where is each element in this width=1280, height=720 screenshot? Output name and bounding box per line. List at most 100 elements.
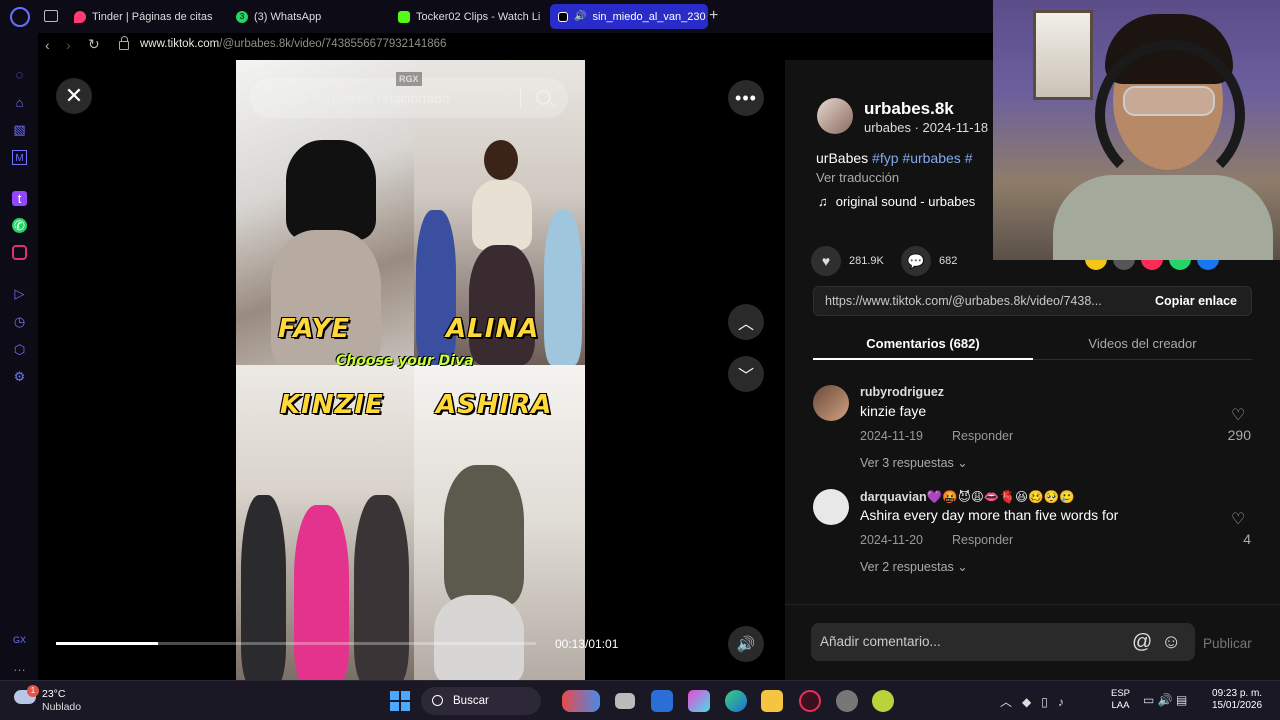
- system-tray[interactable]: ︿ ◆ ▯ ♪: [1000, 693, 1064, 710]
- app-taskbar-icon[interactable]: [836, 690, 858, 712]
- weather-badge: 1: [27, 685, 39, 697]
- taskbar-search[interactable]: Buscar: [421, 687, 541, 715]
- next-video-button[interactable]: ﹀: [728, 356, 764, 392]
- mention-at-icon[interactable]: @: [1132, 631, 1152, 654]
- url-field[interactable]: www.tiktok.com/@urbabes.8k/video/7438556…: [140, 38, 446, 50]
- task-view-icon[interactable]: [615, 693, 635, 709]
- ellipsis-icon: •••: [735, 87, 757, 108]
- edge-icon[interactable]: [725, 690, 747, 712]
- aria-ai-icon[interactable]: ◌: [12, 67, 27, 82]
- search-icon[interactable]: [536, 90, 551, 105]
- messenger-icon[interactable]: M: [12, 150, 27, 165]
- comment-like-icon[interactable]: ♡: [1231, 405, 1245, 425]
- dancer-figure: [286, 140, 376, 240]
- history-icon[interactable]: ◷: [12, 314, 27, 329]
- workspace-icon[interactable]: ▧: [12, 122, 27, 137]
- dancer-figure: [472, 180, 532, 250]
- view-replies-link[interactable]: Ver 3 respuestas ⌄: [860, 455, 968, 470]
- view-replies-link[interactable]: Ver 2 respuestas ⌄: [860, 559, 968, 574]
- creator-username[interactable]: urbabes.8k: [864, 99, 954, 119]
- copy-link-button[interactable]: Copiar enlace: [1155, 294, 1237, 308]
- translate-link[interactable]: Ver traducción: [816, 170, 899, 185]
- heart-icon[interactable]: ♥: [811, 246, 841, 276]
- creator-subline: urbabes · 2024-11-18: [864, 120, 989, 135]
- chevron-up-icon[interactable]: ︿: [1000, 695, 1012, 709]
- overlay-name-alina: ALINA: [446, 314, 540, 344]
- file-explorer-icon[interactable]: [761, 690, 783, 712]
- previous-video-button[interactable]: ︿: [728, 304, 764, 340]
- watermark: RGX: [396, 72, 422, 86]
- taskbar-widget-icon[interactable]: [562, 690, 600, 712]
- more-options-button[interactable]: •••: [728, 80, 764, 116]
- weather-temp[interactable]: 23°C: [42, 688, 65, 700]
- reply-button[interactable]: Responder: [952, 429, 1013, 443]
- comment-like-icon[interactable]: ♡: [1231, 509, 1245, 529]
- video-progress-bar[interactable]: [56, 642, 536, 645]
- like-stat[interactable]: ♥ 281.9K: [811, 246, 884, 276]
- tab-comments[interactable]: Comentarios (682): [813, 328, 1033, 360]
- player-icon[interactable]: ▷: [12, 286, 27, 301]
- opera-gx-taskbar-icon[interactable]: [799, 690, 821, 712]
- input-language[interactable]: ESP LAA: [1111, 688, 1130, 712]
- address-bar: ‹ › ↻ www.tiktok.com/@urbabes.8k/video/7…: [38, 33, 993, 57]
- commenter-username[interactable]: darquavian💜🤬😈😩👄🫀😆🥴🥺🥲: [860, 489, 1075, 505]
- extensions-icon[interactable]: ⬡: [12, 342, 27, 357]
- app-taskbar-icon[interactable]: [872, 690, 894, 712]
- commenter-avatar[interactable]: [813, 385, 849, 421]
- related-search-input[interactable]: Buscar contenido relacionado: [265, 90, 449, 106]
- overlay-name-kinzie: KINZIE: [280, 390, 384, 420]
- tab-tiktok-active[interactable]: 🔊 sin_miedo_al_van_230: [550, 4, 708, 29]
- dancer-figure: [434, 595, 524, 680]
- instagram-icon[interactable]: [12, 245, 27, 260]
- battery-icon[interactable]: ▯: [1041, 695, 1048, 709]
- volume-button[interactable]: 🔊: [728, 626, 764, 662]
- kick-icon: [398, 10, 410, 23]
- video-frame[interactable]: FAYE ALINA KINZIE ASHIRA Choose your Div…: [236, 60, 585, 680]
- hashtag-link[interactable]: #urbabes: [902, 150, 960, 166]
- copilot-icon[interactable]: [688, 690, 710, 712]
- lock-icon[interactable]: [119, 36, 129, 50]
- close-button[interactable]: ✕: [56, 78, 92, 114]
- commenter-avatar[interactable]: [813, 489, 849, 525]
- comment-bubble-icon[interactable]: 💬: [901, 246, 931, 276]
- reply-button[interactable]: Responder: [952, 533, 1013, 547]
- back-icon[interactable]: ‹: [45, 37, 50, 53]
- comment-stat[interactable]: 💬 682: [901, 246, 957, 276]
- hashtag-link[interactable]: #fyp: [872, 150, 898, 166]
- creator-avatar[interactable]: [817, 98, 853, 134]
- tiktok-icon: [558, 11, 568, 22]
- comment-input[interactable]: Añadir comentario... @ ☺: [811, 623, 1195, 661]
- dancer-figure: [271, 230, 381, 365]
- tab-tinder[interactable]: Tinder | Páginas de citas: [66, 4, 216, 29]
- new-tab-plus-icon[interactable]: +: [709, 8, 718, 24]
- gx-icon[interactable]: GX: [12, 633, 27, 648]
- security-shield-icon[interactable]: ◆: [1022, 695, 1031, 709]
- share-link-text[interactable]: https://www.tiktok.com/@urbabes.8k/video…: [825, 294, 1102, 308]
- tab-creator-videos[interactable]: Videos del creador: [1033, 328, 1252, 360]
- sound-link[interactable]: ♫ original sound - urbabes: [818, 194, 975, 209]
- network-volume-icons[interactable]: ▭ 🔊 ▤: [1143, 693, 1187, 707]
- crypto-wallet-icon[interactable]: ⌂: [12, 95, 27, 110]
- dancer-figure: [444, 465, 524, 605]
- comment-date: 2024-11-19: [860, 429, 924, 443]
- whatsapp-sidebar-icon[interactable]: ✆: [12, 218, 27, 233]
- reload-icon[interactable]: ↻: [88, 36, 100, 53]
- twitch-icon[interactable]: t: [12, 191, 27, 206]
- publish-button[interactable]: Publicar: [1203, 636, 1252, 651]
- microphone-icon[interactable]: ♪: [1058, 695, 1064, 709]
- overlay-caption: Choose your Diva: [336, 353, 474, 369]
- clock[interactable]: 09:23 p. m. 15/01/2026: [1212, 688, 1262, 712]
- opera-logo-icon[interactable]: [10, 7, 30, 27]
- forward-icon[interactable]: ›: [66, 37, 71, 53]
- chevron-up-icon: ︿: [737, 316, 754, 333]
- tab-kick-clips[interactable]: Tocker02 Clips - Watch Li: [390, 4, 540, 29]
- settings-gear-icon[interactable]: ⚙: [12, 369, 27, 384]
- start-windows-icon[interactable]: [390, 691, 410, 711]
- more-sidebar-icon[interactable]: …: [12, 659, 27, 674]
- commenter-username[interactable]: rubyrodriguez: [860, 385, 944, 399]
- store-icon[interactable]: [651, 690, 673, 712]
- tab-islands-icon[interactable]: [44, 10, 58, 22]
- emoji-icon[interactable]: ☺: [1161, 631, 1181, 654]
- tab-whatsapp[interactable]: 3 (3) WhatsApp: [228, 4, 378, 29]
- hashtag-link[interactable]: #: [965, 150, 973, 166]
